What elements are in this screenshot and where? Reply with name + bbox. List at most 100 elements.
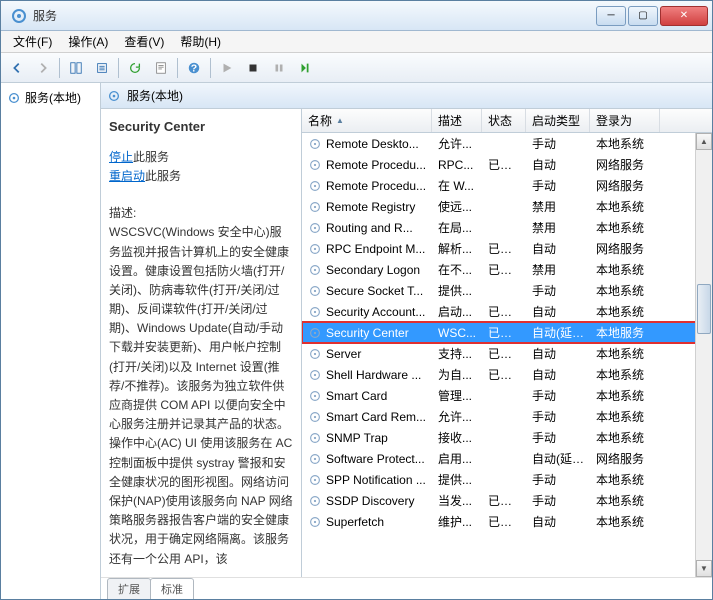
scroll-thumb[interactable] [697,284,711,334]
service-startup: 自动 [526,345,590,362]
menu-view[interactable]: 查看(V) [116,31,172,52]
col-startup[interactable]: 启动类型 [526,109,590,132]
service-row[interactable]: Remote Procedu...在 W...手动网络服务 [302,175,712,196]
pause-service-button[interactable] [267,56,291,80]
service-desc: 解析... [432,240,482,257]
back-button[interactable] [5,56,29,80]
service-icon [308,284,322,298]
service-status: 已启动 [482,156,526,173]
tree-root-label: 服务(本地) [25,89,81,106]
separator [210,58,211,78]
minimize-button[interactable]: ─ [596,6,626,26]
service-name: Remote Procedu... [326,158,426,172]
service-row[interactable]: Software Protect...启用...自动(延迟...网络服务 [302,448,712,469]
maximize-button[interactable]: ▢ [628,6,658,26]
body: 服务(本地) 服务(本地) Security Center 停止此服务 重启动此… [1,83,712,599]
service-row[interactable]: Remote Deskto...允许...手动本地系统 [302,133,712,154]
service-icon [308,410,322,424]
service-logon: 网络服务 [590,156,660,173]
service-row[interactable]: RPC Endpoint M...解析...已启动自动网络服务 [302,238,712,259]
service-row[interactable]: Superfetch维护...已启动自动本地系统 [302,511,712,532]
col-name[interactable]: 名称▲ [302,109,432,132]
service-icon [308,389,322,403]
restart-link[interactable]: 重启动 [109,169,145,183]
service-row[interactable]: SSDP Discovery当发...已启动手动本地系统 [302,490,712,511]
col-logon[interactable]: 登录为 [590,109,660,132]
toolbar: ? [1,53,712,83]
service-row[interactable]: Security CenterWSC...已启动自动(延迟...本地服务 [302,322,712,343]
service-icon [308,326,322,340]
col-status[interactable]: 状态 [482,109,526,132]
service-logon: 本地系统 [590,303,660,320]
service-row[interactable]: Secondary Logon在不...已启动禁用本地系统 [302,259,712,280]
detail-pane: Security Center 停止此服务 重启动此服务 描述: WSCSVC(… [101,109,301,577]
forward-button[interactable] [31,56,55,80]
service-logon: 本地系统 [590,198,660,215]
service-logon: 本地系统 [590,282,660,299]
service-icon [308,452,322,466]
tab-standard[interactable]: 标准 [150,578,194,599]
properties-button[interactable] [149,56,173,80]
service-row[interactable]: Shell Hardware ...为自...已启动自动本地系统 [302,364,712,385]
service-row[interactable]: Remote Procedu...RPC...已启动自动网络服务 [302,154,712,175]
service-icon [308,515,322,529]
refresh-button[interactable] [123,56,147,80]
menu-help[interactable]: 帮助(H) [172,31,229,52]
titlebar[interactable]: 服务 ─ ▢ ✕ [1,1,712,31]
sort-asc-icon: ▲ [336,116,344,125]
service-row[interactable]: Security Account...启动...已启动自动本地系统 [302,301,712,322]
services-icon [107,89,121,103]
close-button[interactable]: ✕ [660,6,708,26]
service-startup: 自动 [526,156,590,173]
help-button[interactable]: ? [182,56,206,80]
menu-file[interactable]: 文件(F) [5,31,60,52]
col-desc[interactable]: 描述 [432,109,482,132]
scroll-up-button[interactable]: ▲ [696,133,712,150]
export-button[interactable] [90,56,114,80]
vertical-scrollbar[interactable]: ▲ ▼ [695,133,712,577]
service-icon [308,494,322,508]
stop-link[interactable]: 停止 [109,150,133,164]
service-startup: 手动 [526,429,590,446]
service-row[interactable]: Smart Card管理...手动本地系统 [302,385,712,406]
service-name: Remote Registry [326,200,415,214]
detail-title: Security Center [109,117,293,138]
service-status: 已启动 [482,261,526,278]
service-name: Smart Card Rem... [326,410,426,424]
tab-extended[interactable]: 扩展 [107,578,151,599]
menu-action[interactable]: 操作(A) [60,31,116,52]
service-startup: 手动 [526,177,590,194]
service-startup: 手动 [526,492,590,509]
service-name: Remote Procedu... [326,179,426,193]
restart-service-button[interactable] [293,56,317,80]
service-row[interactable]: Secure Socket T...提供...手动本地系统 [302,280,712,301]
service-startup: 自动 [526,513,590,530]
service-startup: 自动 [526,240,590,257]
start-service-button[interactable] [215,56,239,80]
service-name: Superfetch [326,515,384,529]
tree-root[interactable]: 服务(本地) [5,87,96,108]
service-row[interactable]: Routing and R...在局...禁用本地系统 [302,217,712,238]
service-icon [308,368,322,382]
service-logon: 网络服务 [590,177,660,194]
separator [177,58,178,78]
service-icon [308,305,322,319]
service-row[interactable]: Server支持...已启动自动本地系统 [302,343,712,364]
list-header: 名称▲ 描述 状态 启动类型 登录为 [302,109,712,133]
service-startup: 手动 [526,408,590,425]
service-startup: 自动 [526,303,590,320]
scroll-down-button[interactable]: ▼ [696,560,712,577]
service-desc: 支持... [432,345,482,362]
service-row[interactable]: SPP Notification ...提供...手动本地系统 [302,469,712,490]
service-row[interactable]: SNMP Trap接收...手动本地系统 [302,427,712,448]
service-logon: 本地系统 [590,261,660,278]
service-status: 已启动 [482,492,526,509]
service-name: Secure Socket T... [326,284,423,298]
stop-service-button[interactable] [241,56,265,80]
service-desc: 管理... [432,387,482,404]
service-row[interactable]: Smart Card Rem...允许...手动本地系统 [302,406,712,427]
service-desc: 在不... [432,261,482,278]
service-desc: 允许... [432,408,482,425]
show-hide-tree-button[interactable] [64,56,88,80]
service-row[interactable]: Remote Registry使远...禁用本地系统 [302,196,712,217]
